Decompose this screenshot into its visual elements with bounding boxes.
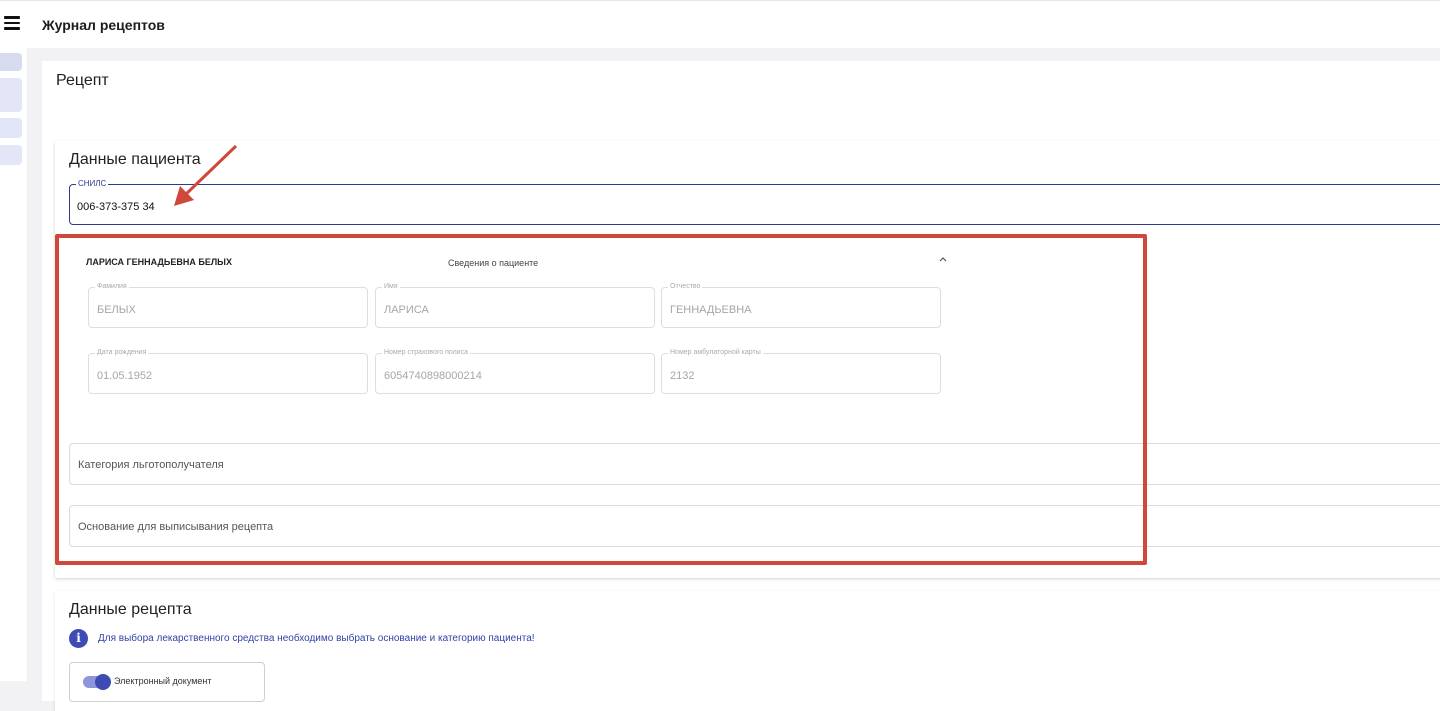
sidebar (0, 48, 28, 681)
patient-data-card: Данные пациента СНИЛС ЛАРИСА ГЕННАДЬЕВНА… (55, 141, 1440, 578)
prescription-basis-select[interactable]: Основание для выписывания рецепта (69, 505, 1440, 547)
recipe-data-card: Данные рецепта i Для выбора лекарственно… (55, 591, 1440, 711)
birth-date-field[interactable]: Дата рождения 01.05.1952 (88, 349, 368, 394)
electronic-document-label: Электронный документ (114, 676, 212, 686)
recipe-section-title: Данные рецепта (69, 601, 192, 618)
patronymic-field[interactable]: Отчество ГЕННАДЬЕВНА (661, 283, 941, 328)
content-card: Рецепт Данные пациента СНИЛС ЛАРИСА ГЕНН… (42, 61, 1440, 711)
snils-field[interactable]: СНИЛС (69, 179, 1440, 225)
snils-label: СНИЛС (76, 179, 109, 188)
insurance-policy-field[interactable]: Номер страхового полиса 6054740898000214 (375, 349, 655, 394)
field-label: Имя (382, 283, 400, 290)
sidebar-item[interactable] (0, 53, 22, 71)
patient-name: ЛАРИСА ГЕННАДЬЕВНА БЕЛЫХ (86, 257, 232, 267)
patient-section-title: Данные пациента (69, 151, 201, 168)
info-icon: i (69, 629, 88, 648)
surname-field[interactable]: Фамилия БЕЛЫХ (88, 283, 368, 328)
page-title: Рецепт (56, 72, 109, 89)
top-bar: Журнал рецептов (0, 0, 1440, 48)
field-value: 01.05.1952 (97, 370, 153, 382)
menu-icon[interactable] (4, 16, 20, 30)
snils-input[interactable] (77, 201, 377, 213)
electronic-document-toggle[interactable] (83, 674, 111, 690)
select-placeholder: Категория льготополучателя (78, 459, 224, 471)
field-label: Отчество (668, 283, 703, 290)
app-title: Журнал рецептов (42, 17, 165, 33)
field-value: ЛАРИСА (384, 304, 429, 316)
outpatient-card-field[interactable]: Номер амбулаторной карты 2132 (661, 349, 941, 394)
field-value: ГЕННАДЬЕВНА (670, 304, 752, 316)
field-label: Номер страхового полиса (382, 349, 470, 356)
first-name-field[interactable]: Имя ЛАРИСА (375, 283, 655, 328)
sidebar-item[interactable] (0, 78, 22, 112)
chevron-up-icon[interactable] (936, 252, 950, 266)
field-value: 2132 (670, 370, 695, 382)
field-label: Фамилия (95, 283, 129, 290)
select-placeholder: Основание для выписывания рецепта (78, 521, 274, 533)
sidebar-item[interactable] (0, 145, 22, 165)
field-value: БЕЛЫХ (97, 304, 136, 316)
field-label: Дата рождения (95, 349, 149, 356)
patient-info-label: Сведения о пациенте (448, 258, 539, 268)
electronic-document-box: Электронный документ (69, 662, 265, 702)
field-label: Номер амбулаторной карты (668, 349, 763, 356)
field-value: 6054740898000214 (384, 370, 482, 382)
beneficiary-category-select[interactable]: Категория льготополучателя (69, 443, 1440, 485)
sidebar-item[interactable] (0, 118, 22, 138)
info-message-text: Для выбора лекарственного средства необх… (98, 633, 535, 644)
